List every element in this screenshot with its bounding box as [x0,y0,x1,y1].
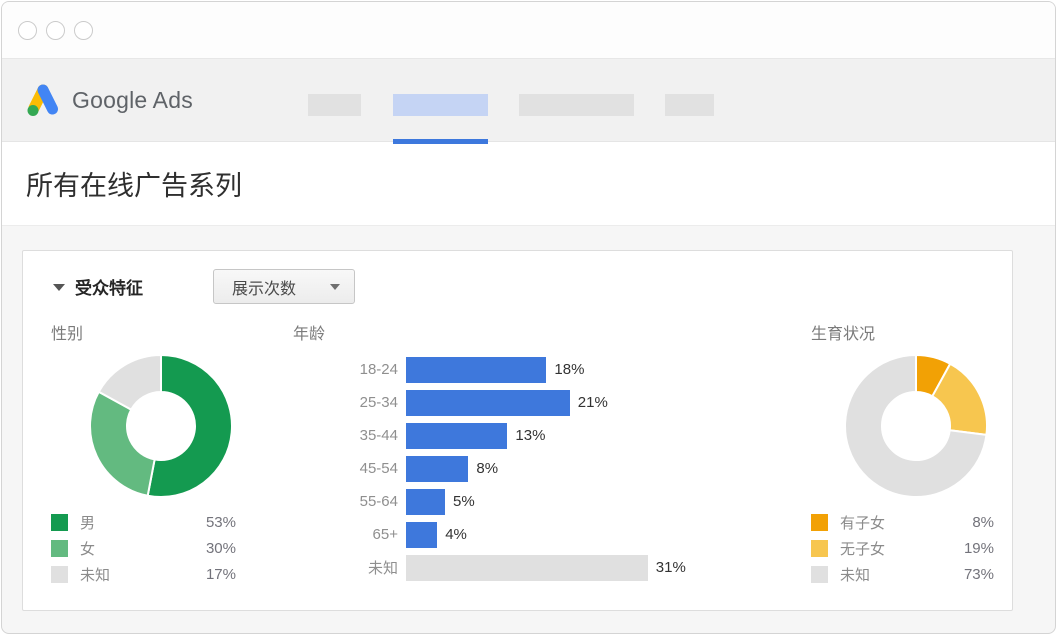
page-title: 所有在线广告系列 [26,164,242,203]
legend-value: 17% [206,566,236,583]
app-header: Google Ads [2,59,1055,142]
browser-window: Google Ads 所有在线广告系列 受众特征 展示次数 性别 [1,1,1056,634]
legend-swatch [51,566,68,583]
legend-swatch [51,514,68,531]
nav-tab-placeholder[interactable] [519,94,634,116]
bar-value-label: 21% [578,394,608,411]
parental-legend: 有子女8%无子女19%未知73% [811,509,994,587]
page-title-bar: 所有在线广告系列 [2,142,1055,226]
legend-value: 19% [964,540,994,557]
legend-value: 30% [206,540,236,557]
parental-chart-title: 生育状况 [811,320,994,341]
bar [406,522,437,548]
bar-value-label: 31% [656,559,686,576]
legend-swatch [811,566,828,583]
metric-dropdown-value: 展示次数 [232,275,296,299]
bar-category-label: 45-54 [293,460,398,477]
nav-tab-active[interactable] [393,94,488,116]
window-control-icon[interactable] [46,21,65,40]
chevron-down-icon [330,284,340,290]
bar-row: 25-34 21% [293,386,713,419]
bar-value-label: 5% [453,493,475,510]
google-ads-brand: Google Ads [24,83,193,117]
bar-category-label: 25-34 [293,394,398,411]
legend-label: 有子女 [840,512,972,533]
legend-value: 8% [972,514,994,531]
donut-segment [90,392,155,496]
bar-row: 45-54 8% [293,452,713,485]
gender-chart-title: 性别 [51,320,236,341]
legend-item: 无子女19% [811,535,994,561]
active-tab-underline [393,139,488,144]
metric-dropdown[interactable]: 展示次数 [213,269,355,304]
bar [406,390,570,416]
bar [406,555,648,581]
charts-row: 性别 男53%女30%未知17% 年龄 18-2418%25-3421%35-4… [51,320,1012,587]
bar-category-label: 18-24 [293,361,398,378]
bar-value-label: 4% [445,526,467,543]
legend-label: 未知 [840,564,964,585]
legend-item: 男53% [51,509,236,535]
gender-donut-chart [88,353,234,499]
content-area: 受众特征 展示次数 性别 男53%女30%未知17% 年龄 18-2418%25… [2,226,1055,611]
legend-value: 73% [964,566,994,583]
nav-tab-placeholder[interactable] [308,94,361,116]
bar-category-label: 35-44 [293,427,398,444]
gender-legend: 男53%女30%未知17% [51,509,236,587]
legend-value: 53% [206,514,236,531]
gender-chart: 性别 男53%女30%未知17% [51,320,236,587]
age-chart-title: 年龄 [293,320,713,341]
legend-item: 未知73% [811,561,994,587]
bar-row: 18-24 18% [293,353,713,386]
card-title: 受众特征 [75,274,143,299]
age-chart: 年龄 18-2418%25-3421%35-4413%45-548%55-645… [293,320,713,587]
parental-donut-chart [843,353,989,499]
bar-row: 35-44 13% [293,419,713,452]
bar [406,489,445,515]
bar [406,357,546,383]
window-control-icon[interactable] [18,21,37,40]
bar-category-label: 65+ [293,526,398,543]
age-bars: 18-24 18% 25-34 21% 35-44 13% 45-54 8% 55-64 5% 65… [293,353,713,584]
bar-value-label: 8% [476,460,498,477]
nav-tab-placeholder[interactable] [665,94,714,116]
legend-label: 男 [80,512,206,533]
bar-value-label: 13% [515,427,545,444]
bar-row: 65+ 4% [293,518,713,551]
legend-item: 有子女8% [811,509,994,535]
bar-value-label: 18% [554,361,584,378]
collapse-caret-icon[interactable] [53,284,65,291]
legend-swatch [811,540,828,557]
demographics-card: 受众特征 展示次数 性别 男53%女30%未知17% 年龄 18-2418%25… [22,250,1013,611]
legend-item: 女30% [51,535,236,561]
window-titlebar [2,2,1055,59]
legend-label: 未知 [80,564,206,585]
bar-category-label: 未知 [293,557,398,578]
legend-item: 未知17% [51,561,236,587]
legend-swatch [811,514,828,531]
brand-name: Google Ads [72,87,193,114]
legend-label: 无子女 [840,538,964,559]
card-header: 受众特征 展示次数 [51,269,1012,304]
window-control-icon[interactable] [74,21,93,40]
legend-swatch [51,540,68,557]
google-ads-logo-icon [24,83,62,117]
bar-row: 55-64 5% [293,485,713,518]
parental-status-chart: 生育状况 有子女8%无子女19%未知73% [811,320,994,587]
bar [406,423,507,449]
bar-row: 未知 31% [293,551,713,584]
legend-label: 女 [80,538,206,559]
bar [406,456,468,482]
bar-category-label: 55-64 [293,493,398,510]
